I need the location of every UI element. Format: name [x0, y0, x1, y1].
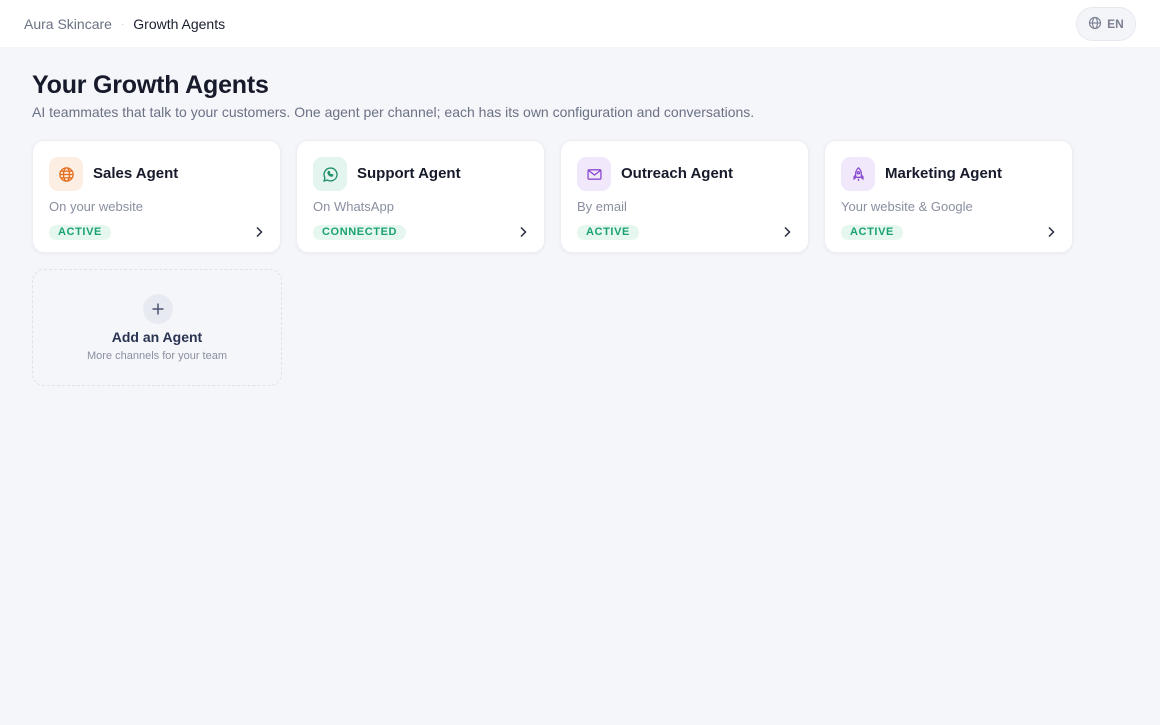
agent-channel: By email — [577, 199, 627, 214]
agent-card-outreach[interactable]: Outreach Agent By email ACTIVE — [560, 140, 809, 253]
agent-channel: On your website — [49, 199, 143, 214]
agent-channel: Your website & Google — [841, 199, 973, 214]
globe-icon — [49, 157, 83, 191]
status-badge: ACTIVE — [577, 225, 639, 240]
agent-name: Outreach Agent — [621, 165, 733, 182]
language-switcher-button[interactable]: EN — [1076, 7, 1136, 41]
agent-channel: On WhatsApp — [313, 199, 394, 214]
agent-card-sales[interactable]: Sales Agent On your website ACTIVE — [32, 140, 281, 253]
rocket-icon — [841, 157, 875, 191]
breadcrumb-current: Growth Agents — [133, 15, 226, 32]
agent-name: Marketing Agent — [885, 165, 1002, 182]
whatsapp-icon — [313, 157, 347, 191]
chevron-right-icon — [256, 226, 263, 238]
globe-icon — [1088, 16, 1102, 33]
breadcrumb-separator: · — [120, 19, 125, 30]
top-bar: Aura Skincare · Growth Agents EN — [0, 0, 1160, 47]
language-code: EN — [1107, 17, 1124, 31]
plus-icon — [143, 294, 173, 324]
status-badge: ACTIVE — [49, 225, 111, 240]
add-agent-subtitle: More channels for your team — [86, 350, 227, 362]
chevron-right-icon — [784, 226, 791, 238]
status-badge: CONNECTED — [313, 225, 407, 240]
chevron-right-icon — [520, 226, 527, 238]
status-badge: ACTIVE — [841, 225, 903, 240]
page-subtitle: AI teammates that talk to your customers… — [32, 104, 755, 120]
mail-icon — [577, 157, 611, 191]
breadcrumb-root-link[interactable]: Aura Skincare — [24, 16, 112, 32]
agent-name: Support Agent — [357, 165, 461, 182]
agent-card-support[interactable]: Support Agent On WhatsApp CONNECTED — [296, 140, 545, 253]
add-agent-title: Add an Agent — [111, 329, 203, 345]
chevron-right-icon — [1048, 226, 1055, 238]
agent-card-marketing[interactable]: Marketing Agent Your website & Google AC… — [824, 140, 1073, 253]
agent-name: Sales Agent — [93, 165, 179, 182]
page-title: Your Growth Agents — [32, 71, 269, 99]
add-agent-button[interactable]: Add an Agent More channels for your team — [32, 269, 282, 386]
